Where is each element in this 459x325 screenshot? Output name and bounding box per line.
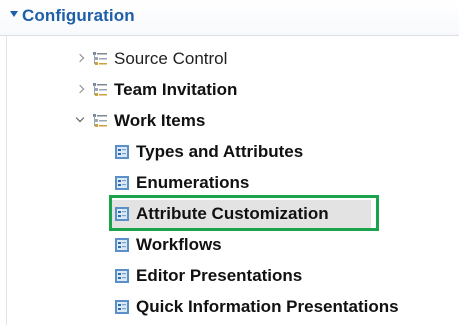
tree-item-source-control[interactable]: Source Control: [0, 45, 459, 73]
chevron-right-icon[interactable]: [74, 53, 86, 65]
config-page-icon: [115, 300, 129, 314]
configuration-panel: Configuration Source Control Team Invita…: [0, 0, 459, 325]
tree-item-label: Editor Presentations: [136, 266, 303, 285]
tree-item-label: Enumerations: [136, 173, 250, 192]
tree-item-work-items[interactable]: Work Items: [0, 107, 459, 135]
config-page-icon: [115, 176, 129, 190]
tree-folder-icon: [93, 114, 107, 127]
collapse-triangle-icon[interactable]: [10, 11, 18, 17]
tree-item-enumerations[interactable]: Enumerations: [0, 169, 459, 197]
tree-item-label: Types and Attributes: [136, 142, 304, 161]
annotation-highlight-box: [109, 195, 379, 231]
tree-item-types-and-attributes[interactable]: Types and Attributes: [0, 138, 459, 166]
configuration-section-header[interactable]: Configuration: [0, 0, 459, 36]
tree-item-label: Quick Information Presentations: [136, 297, 399, 316]
tree-item-editor-presentations[interactable]: Editor Presentations: [0, 262, 459, 290]
chevron-down-icon[interactable]: [74, 114, 86, 126]
tree-item-team-invitation[interactable]: Team Invitation: [0, 76, 459, 104]
tree-item-label: Workflows: [136, 235, 222, 254]
config-page-icon: [115, 269, 129, 283]
tree-folder-icon: [93, 52, 107, 65]
tree-item-workflows[interactable]: Workflows: [0, 231, 459, 259]
tree-item-label: Team Invitation: [114, 80, 238, 99]
config-page-icon: [115, 238, 129, 252]
config-page-icon: [115, 145, 129, 159]
tree-item-label: Work Items: [114, 111, 206, 130]
tree-folder-icon: [93, 83, 107, 96]
tree-item-quick-information-presentations[interactable]: Quick Information Presentations: [0, 293, 459, 321]
section-title: Configuration: [22, 6, 135, 25]
tree-item-label: Source Control: [114, 49, 228, 68]
chevron-right-icon[interactable]: [74, 84, 86, 96]
